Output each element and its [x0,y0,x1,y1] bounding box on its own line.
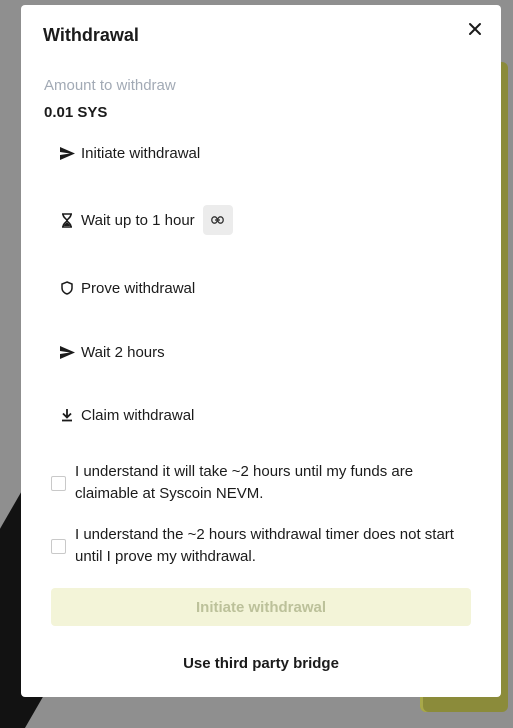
step-label: Wait 2 hours [81,343,165,361]
step-claim-withdrawal: Claim withdrawal [59,404,194,426]
step-label: Prove withdrawal [81,279,196,297]
acknowledge-duration-row: I understand it will take ~2 hours until… [51,461,461,505]
withdrawal-modal: Withdrawal Amount to withdraw 0.01 SYS I… [21,5,501,697]
step-label: Claim withdrawal [81,406,195,424]
step-initiate-withdrawal: Initiate withdrawal [59,142,200,164]
step-label: Wait up to 1 hour [81,211,195,229]
close-icon [469,23,481,35]
acknowledge-timer-text: I understand the ~2 hours withdrawal tim… [75,526,454,565]
step-prove-withdrawal: Prove withdrawal [59,277,195,299]
acknowledge-duration-checkbox[interactable] [51,475,66,491]
send-icon [59,344,75,360]
amount-value: 0.01 SYS [44,104,108,121]
step-wait-1-hour: Wait up to 1 hour [59,205,233,235]
acknowledge-timer-checkbox[interactable] [51,538,66,554]
step-label: Initiate withdrawal [81,144,201,162]
shield-icon [59,280,75,296]
download-icon [59,407,75,423]
hourglass-icon [59,212,75,228]
link-button[interactable] [202,205,233,235]
link-icon [211,216,225,224]
initiate-withdrawal-button[interactable]: Initiate withdrawal [51,588,471,626]
amount-label: Amount to withdraw [44,77,176,94]
acknowledge-duration-text: I understand it will take ~2 hours until… [75,463,414,502]
send-icon [59,145,75,161]
acknowledge-timer-row: I understand the ~2 hours withdrawal tim… [51,524,461,568]
third-party-bridge-button[interactable]: Use third party bridge [51,650,471,676]
step-wait-2-hours: Wait 2 hours [59,341,165,363]
close-button[interactable] [465,19,485,39]
modal-title: Withdrawal [43,25,139,45]
